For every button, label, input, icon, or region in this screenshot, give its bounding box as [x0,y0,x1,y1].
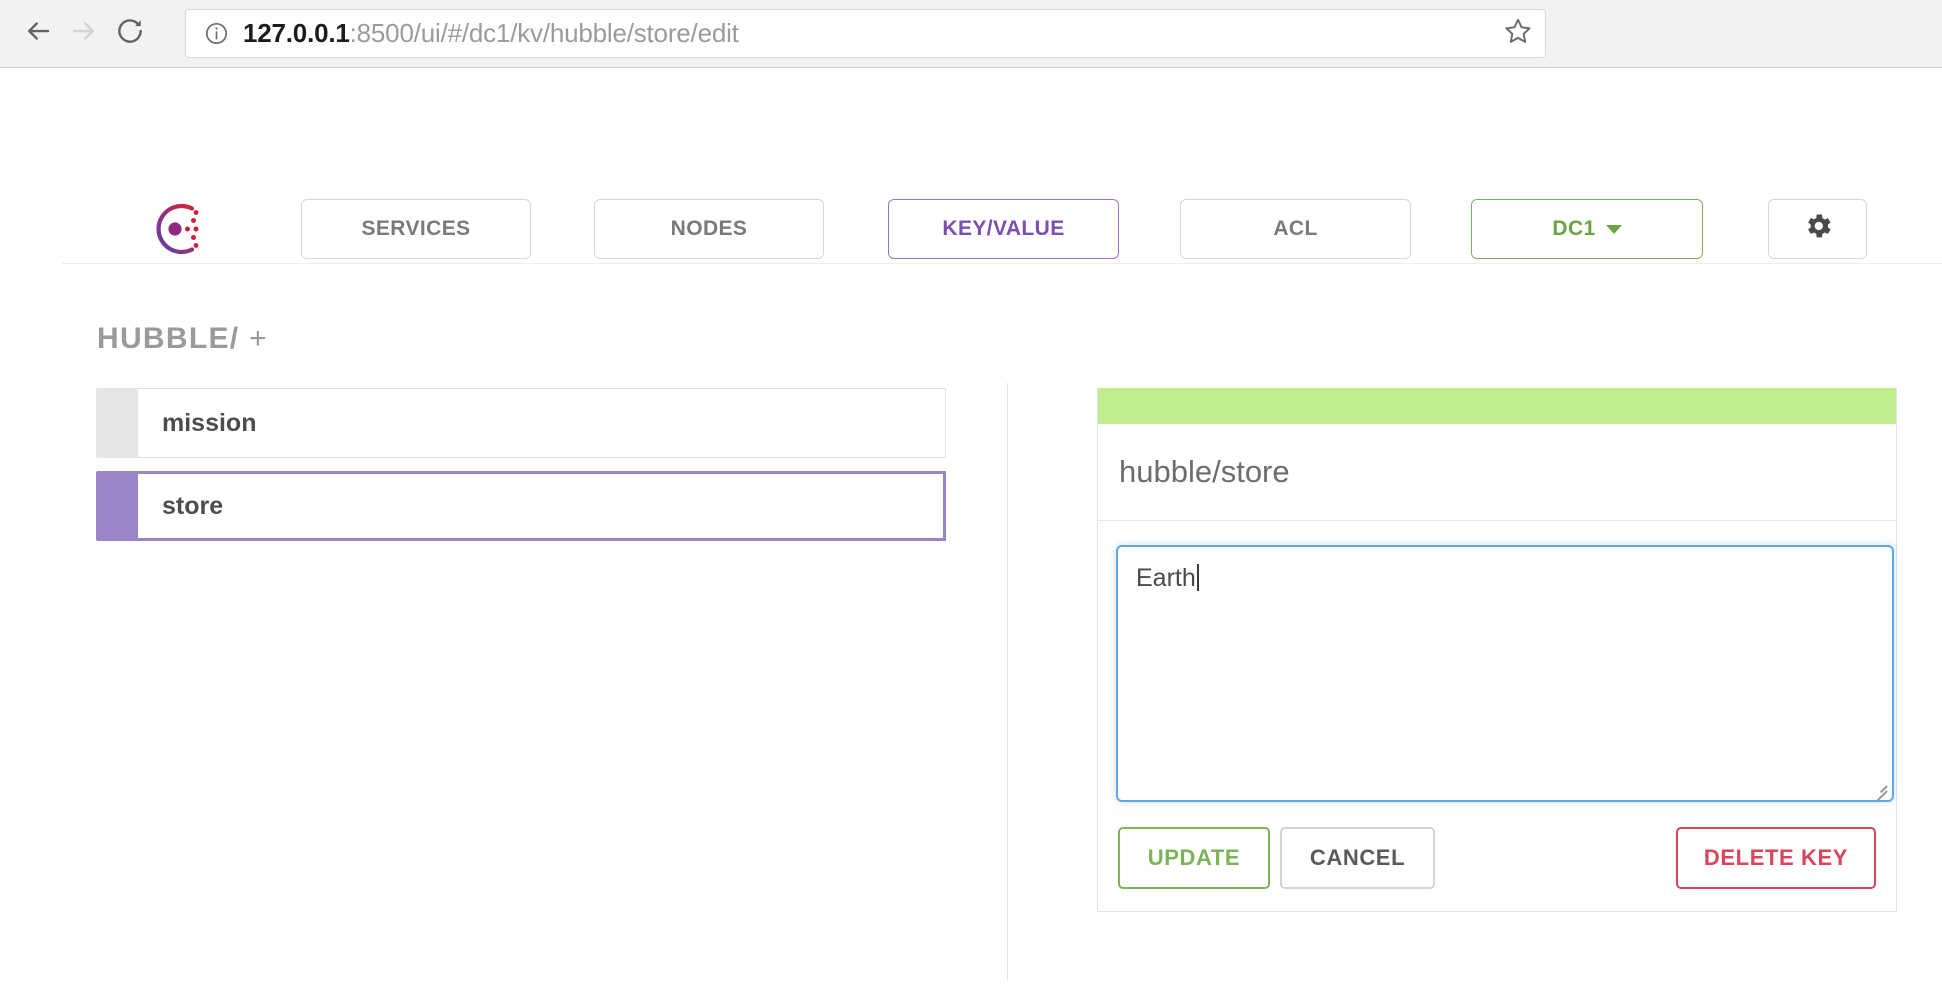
chevron-down-icon [1605,224,1622,234]
delete-key-button-label: DELETE KEY [1703,845,1849,870]
back-arrow-icon [23,16,53,51]
breadcrumb-path[interactable]: HUBBLE/ [97,322,239,355]
forward-arrow-icon [69,16,99,51]
datacenter-label: DC1 [1552,217,1596,240]
key-list-item-label: store [138,471,946,541]
info-circle-icon[interactable] [204,21,229,46]
nav-tab-services[interactable]: SERVICES [301,199,531,259]
delete-key-button[interactable]: DELETE KEY [1676,827,1876,889]
nav-tab-nodes-label: NODES [670,217,748,240]
key-list-item-label: mission [138,388,946,458]
value-text: Earth [1136,564,1196,592]
key-list-item-mission[interactable]: mission [96,388,946,458]
breadcrumb-add-key[interactable]: + [249,322,267,355]
action-buttons: UPDATE CANCEL DELETE KEY [1118,827,1876,889]
content-panes: mission store hubble/store Earth UPDATE … [0,380,1942,984]
nav-tab-key-value[interactable]: KEY/VALUE [888,199,1119,259]
value-textarea[interactable]: Earth [1116,545,1894,802]
key-detail-card: hubble/store Earth UPDATE CANCEL DELETE … [1097,388,1897,912]
update-button[interactable]: UPDATE [1118,827,1270,889]
browser-toolbar: 127.0.0.1:8500/ui/#/dc1/kv/hubble/store/… [0,0,1942,68]
key-path-title: hubble/store [1098,424,1896,521]
card-accent-bar [1098,388,1896,424]
gear-icon [1802,210,1834,248]
reload-button[interactable] [107,11,153,57]
nav-tab-acl-label: ACL [1273,217,1318,240]
header-divider [62,263,1942,264]
nav-tab-key-value-label: KEY/VALUE [942,217,1065,240]
reload-icon [115,16,145,51]
key-list: mission store [96,388,946,554]
url-host: 127.0.0.1 [243,18,350,48]
card-body: Earth UPDATE CANCEL DELETE KEY [1098,521,1896,911]
key-status-bar [96,471,138,541]
nav-tab-acl[interactable]: ACL [1180,199,1411,259]
back-button[interactable] [15,11,61,57]
text-cursor [1196,564,1199,591]
key-list-item-store[interactable]: store [96,471,946,541]
settings-button[interactable] [1768,199,1867,259]
url-path: :8500/ui/#/dc1/kv/hubble/store/edit [349,18,739,48]
update-button-label: UPDATE [1147,845,1241,870]
pane-divider [1007,383,1008,981]
breadcrumb: HUBBLE/ + [97,322,267,356]
app-header: SERVICES NODES KEY/VALUE ACL DC1 [0,68,1942,265]
cancel-button-label: CANCEL [1309,845,1406,870]
forward-button [61,11,107,57]
consul-logo [148,198,210,260]
url-text: 127.0.0.1:8500/ui/#/dc1/kv/hubble/store/… [243,18,1495,49]
nav-tab-services-label: SERVICES [361,217,471,240]
address-bar[interactable]: 127.0.0.1:8500/ui/#/dc1/kv/hubble/store/… [185,9,1546,58]
cancel-button[interactable]: CANCEL [1280,827,1435,889]
key-status-bar [96,388,138,458]
datacenter-selector[interactable]: DC1 [1471,199,1703,259]
nav-tab-nodes[interactable]: NODES [594,199,824,259]
star-outline-icon [1503,16,1533,51]
resize-grip-icon[interactable] [1871,780,1888,800]
bookmark-button[interactable] [1503,16,1533,51]
